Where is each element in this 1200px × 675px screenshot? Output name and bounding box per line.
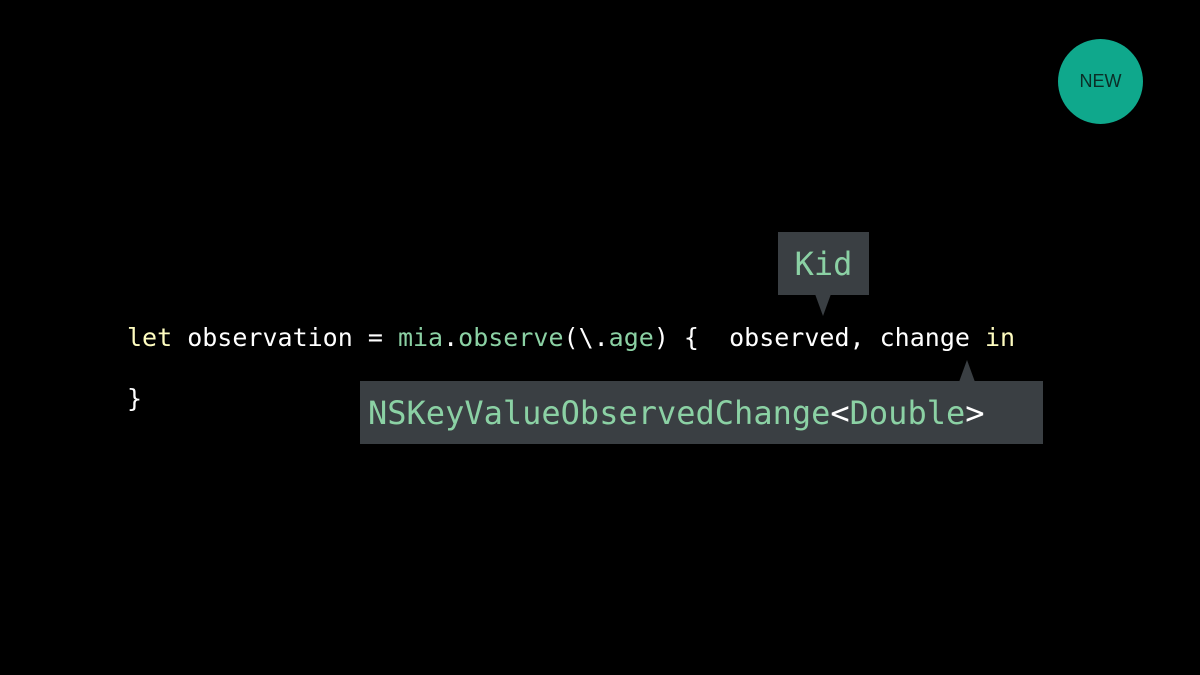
- tooltip-change-type: NSKeyValueObservedChange < Double >: [360, 381, 1043, 444]
- code-line-2: }: [127, 383, 142, 415]
- code-mia: mia: [397, 323, 444, 352]
- code-line-1: let observation = mia.observe(\.age) { o…: [127, 322, 1015, 354]
- code-dot: .: [443, 323, 459, 352]
- new-badge-label: NEW: [1079, 71, 1122, 91]
- tooltip-observed-arrow: [815, 294, 831, 316]
- code-observed-param: observed,: [729, 323, 880, 352]
- code-observation: observation =: [172, 323, 398, 352]
- code-change-param: change: [879, 323, 985, 352]
- code-age-keypath: age: [608, 323, 654, 352]
- tooltip-observed-type: Kid: [778, 232, 869, 295]
- tooltip-change-lt: <: [830, 393, 850, 432]
- code-paren-close-brace: ) {: [653, 323, 730, 352]
- tooltip-change-type-name: NSKeyValueObservedChange: [368, 393, 831, 432]
- keyword-in: in: [984, 323, 1016, 352]
- code-paren-open: (\.: [563, 323, 609, 352]
- tooltip-observed-type-label: Kid: [794, 244, 853, 283]
- code-closing-brace: }: [127, 384, 143, 413]
- tooltip-change-generic: Double: [849, 393, 966, 432]
- keyword-let: let: [127, 323, 173, 352]
- tooltip-change-arrow: [959, 360, 975, 382]
- tooltip-change-gt: >: [965, 393, 985, 432]
- code-observe-method: observe: [458, 323, 564, 352]
- new-badge: NEW: [1058, 39, 1143, 124]
